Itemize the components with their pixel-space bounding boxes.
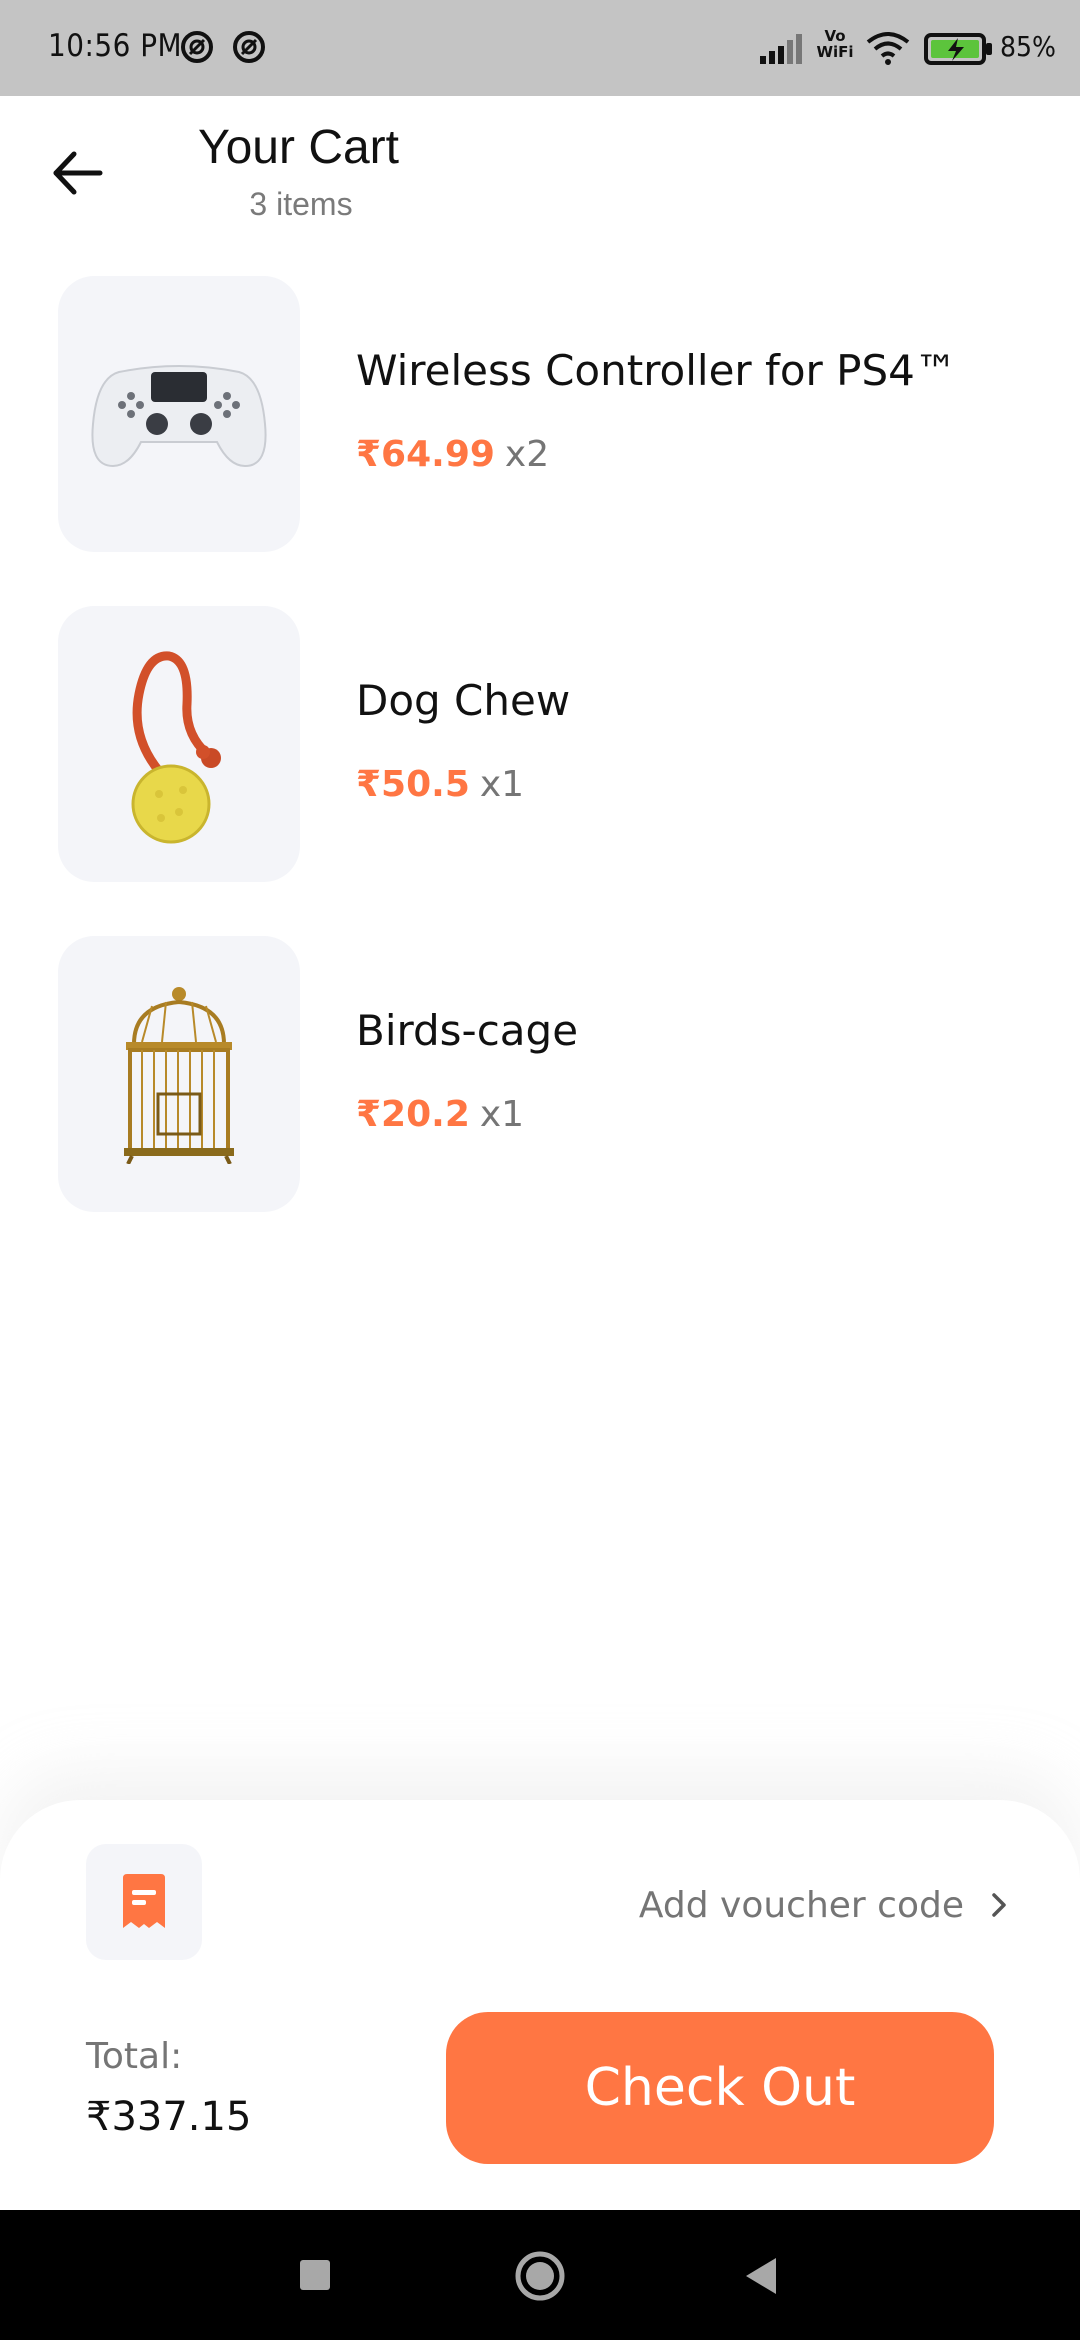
price-row: ₹64.99 x2 bbox=[356, 434, 549, 475]
recent-apps-icon[interactable] bbox=[298, 2258, 332, 2292]
checkout-panel: Add voucher code Total: ₹337.15 Check Ou… bbox=[0, 1800, 1080, 2210]
voucher-icon-box[interactable] bbox=[86, 1844, 202, 1960]
battery-icon bbox=[924, 33, 992, 65]
notification-app-icon bbox=[181, 31, 213, 63]
total-amount: ₹337.15 bbox=[86, 2094, 252, 2140]
back-arrow-icon[interactable] bbox=[48, 140, 108, 200]
product-price: ₹20.2 bbox=[356, 1094, 470, 1135]
system-navigation-bar bbox=[0, 2210, 1080, 2340]
game-controller-icon bbox=[91, 365, 267, 468]
receipt-icon bbox=[123, 1874, 165, 1928]
product-name: Birds-cage bbox=[356, 1006, 579, 1055]
price-row: ₹50.5 x1 bbox=[356, 764, 524, 805]
vowifi-indicator: Vo WiFi bbox=[816, 27, 854, 61]
product-quantity: x1 bbox=[479, 1094, 525, 1135]
back-triangle-icon[interactable] bbox=[742, 2256, 778, 2296]
product-name: Wireless Controller for PS4™ bbox=[356, 346, 957, 395]
checkout-button[interactable]: Check Out bbox=[446, 2012, 994, 2164]
product-name: Dog Chew bbox=[356, 676, 571, 725]
chevron-right-icon bbox=[992, 1893, 1006, 1917]
add-voucher-link[interactable]: Add voucher code bbox=[639, 1880, 1010, 1930]
cart-item[interactable]: Birds-cage ₹20.2 x1 bbox=[58, 936, 1018, 1212]
voucher-label: Add voucher code bbox=[638, 1884, 964, 1926]
cart-item[interactable]: Wireless Controller for PS4™ ₹64.99 x2 bbox=[58, 276, 1018, 552]
product-quantity: x1 bbox=[479, 764, 525, 805]
battery-percent: 85% bbox=[1000, 30, 1056, 63]
notification-app-icon bbox=[233, 31, 265, 63]
product-price: ₹50.5 bbox=[356, 764, 470, 805]
home-icon[interactable] bbox=[514, 2250, 566, 2302]
signal-icon bbox=[760, 34, 802, 64]
cart-item[interactable]: Dog Chew ₹50.5 x1 bbox=[58, 606, 1018, 882]
status-bar: 10:56 PM Vo WiFi 85% bbox=[0, 0, 1080, 96]
price-row: ₹20.2 x1 bbox=[356, 1094, 524, 1135]
product-price: ₹64.99 bbox=[356, 434, 495, 475]
dog-chew-ball-icon bbox=[131, 651, 221, 844]
product-thumbnail bbox=[58, 606, 300, 882]
total-label: Total: bbox=[86, 2036, 183, 2077]
bird-cage-icon bbox=[124, 987, 234, 1164]
product-thumbnail bbox=[58, 936, 300, 1212]
item-count: 3 items bbox=[249, 186, 353, 222]
page-title: Your Cart bbox=[198, 121, 399, 174]
product-quantity: x2 bbox=[504, 434, 550, 475]
product-thumbnail bbox=[58, 276, 300, 552]
wifi-icon bbox=[866, 32, 910, 65]
status-time: 10:56 PM bbox=[48, 28, 183, 64]
